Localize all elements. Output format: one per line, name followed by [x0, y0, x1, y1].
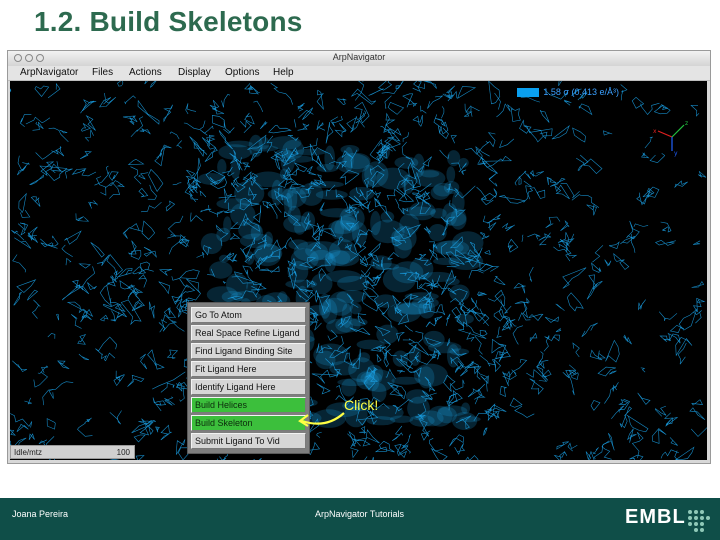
menu-item-real-space-refine-ligand[interactable]: Real Space Refine Ligand — [191, 325, 306, 341]
menu-files[interactable]: Files — [92, 67, 113, 78]
menu-options[interactable]: Options — [225, 67, 259, 78]
menu-arpnavigator[interactable]: ArpNavigator — [20, 67, 78, 78]
menu-item-build-helices[interactable]: Build Helices — [191, 397, 306, 413]
menu-item-submit-ligand[interactable]: Submit Ligand To Vid — [191, 433, 306, 449]
footer-author: Joana Pereira — [12, 509, 69, 519]
window-titlebar[interactable]: ArpNavigator — [8, 51, 710, 67]
menu-display[interactable]: Display — [178, 67, 211, 78]
axis-z-label: z — [685, 120, 688, 127]
embl-logo: EMBL — [625, 506, 686, 528]
slide-footer: Joana Pereira ArpNavigator Tutorials EMB… — [0, 498, 720, 540]
axis-x-label: x — [653, 128, 657, 135]
map-color-swatch[interactable] — [517, 87, 540, 97]
slide-title: 1.2. Build Skeletons — [34, 6, 303, 37]
menu-item-build-skeleton[interactable]: Build Skeleton — [191, 415, 306, 431]
footer-tutorial-title: ArpNavigator Tutorials — [315, 509, 405, 519]
window-title: ArpNavigator — [332, 52, 386, 62]
menu-item-go-to-atom[interactable]: Go To Atom — [191, 307, 306, 323]
contour-level-text: 1.58 σ (0.413 e/Å³) — [543, 87, 619, 97]
embl-logo-dots-icon — [688, 510, 710, 532]
map-contour-legend: 1.58 σ (0.413 e/Å³) — [517, 87, 619, 97]
menu-item-fit-ligand-here[interactable]: Fit Ligand Here — [191, 361, 306, 377]
context-menu: Go To Atom Real Space Refine Ligand Find… — [187, 302, 310, 454]
menu-help[interactable]: Help — [273, 67, 294, 78]
menu-item-identify-ligand-here[interactable]: Identify Ligand Here — [191, 379, 306, 395]
axis-y-label: y — [674, 150, 678, 157]
click-annotation: Click! — [344, 397, 379, 413]
menu-actions[interactable]: Actions — [129, 67, 162, 78]
status-text: Idle/mtz — [14, 448, 43, 457]
status-bar: Idle/mtz 100 — [10, 445, 135, 459]
axes-gizmo-icon: x z y — [653, 120, 688, 157]
status-coords: 100 — [116, 448, 130, 457]
menubar: ArpNavigator Files Actions Display Optio… — [8, 66, 710, 81]
menu-item-find-ligand-binding-site[interactable]: Find Ligand Binding Site — [191, 343, 306, 359]
curved-arrow-icon — [298, 412, 345, 427]
